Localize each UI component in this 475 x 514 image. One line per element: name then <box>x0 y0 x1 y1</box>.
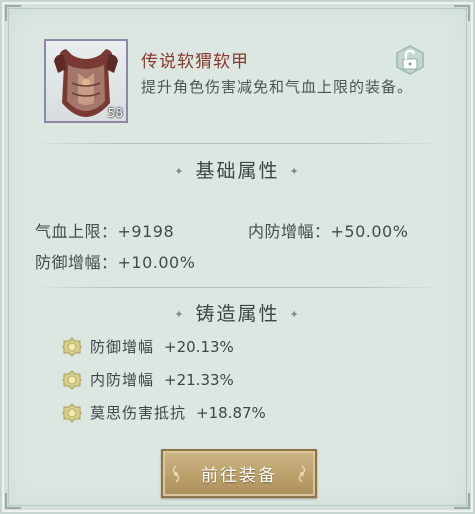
item-name: 传说软猬软甲 <box>141 52 249 72</box>
gem-icon <box>62 336 82 357</box>
attr-defense: 防御增幅：+10.00% <box>35 253 196 272</box>
corner-ornament <box>454 493 470 509</box>
gem-icon <box>62 402 82 423</box>
attr-inner-defense: 内防增幅：+50.00% <box>248 222 409 241</box>
corner-ornament <box>5 5 21 21</box>
divider <box>32 143 443 144</box>
forge-attributes-title: ✦ 铸造属性 ✦ <box>174 303 301 325</box>
button-ornament-icon <box>298 465 306 483</box>
item-icon-slot[interactable]: 58 <box>44 39 128 123</box>
corner-ornament <box>5 493 21 509</box>
diamond-ornament-icon: ✦ <box>289 308 301 321</box>
forge-attr-row: 内防增幅 +21.33% <box>62 369 234 390</box>
forge-attr-value: +20.13% <box>164 337 234 356</box>
goto-equip-label: 前往装备 <box>201 466 277 486</box>
attr-hp-limit: 气血上限：+9198 <box>35 222 175 241</box>
diamond-ornament-icon: ✦ <box>289 165 301 178</box>
goto-equip-button[interactable]: 前往装备 <box>161 449 317 498</box>
forge-attr-row: 防御增幅 +20.13% <box>62 336 234 357</box>
forge-attr-value: +21.33% <box>164 370 234 389</box>
diamond-ornament-icon: ✦ <box>174 308 186 321</box>
item-tooltip-panel: 58 传说软猬软甲 提升角色伤害减免和气血上限的装备。 ✦ 基础属性 ✦ 气血上限：… <box>0 0 475 514</box>
base-attributes-title: ✦ 基础属性 ✦ <box>174 160 301 182</box>
divider <box>32 287 443 288</box>
forge-attr-row: 莫思伤害抵抗 +18.87% <box>62 402 266 423</box>
item-description: 提升角色伤害减免和气血上限的装备。 <box>141 78 414 96</box>
item-level-badge: 58 <box>107 106 123 120</box>
forge-attr-name: 内防增幅 <box>90 371 155 389</box>
unlock-icon[interactable] <box>394 44 426 76</box>
forge-attr-value: +18.87% <box>196 403 266 422</box>
corner-ornament <box>454 5 470 21</box>
diamond-ornament-icon: ✦ <box>174 165 186 178</box>
forge-attr-name: 防御增幅 <box>90 338 155 356</box>
button-ornament-icon <box>172 465 180 483</box>
forge-attr-name: 莫思伤害抵抗 <box>90 404 187 422</box>
gem-icon <box>62 369 82 390</box>
